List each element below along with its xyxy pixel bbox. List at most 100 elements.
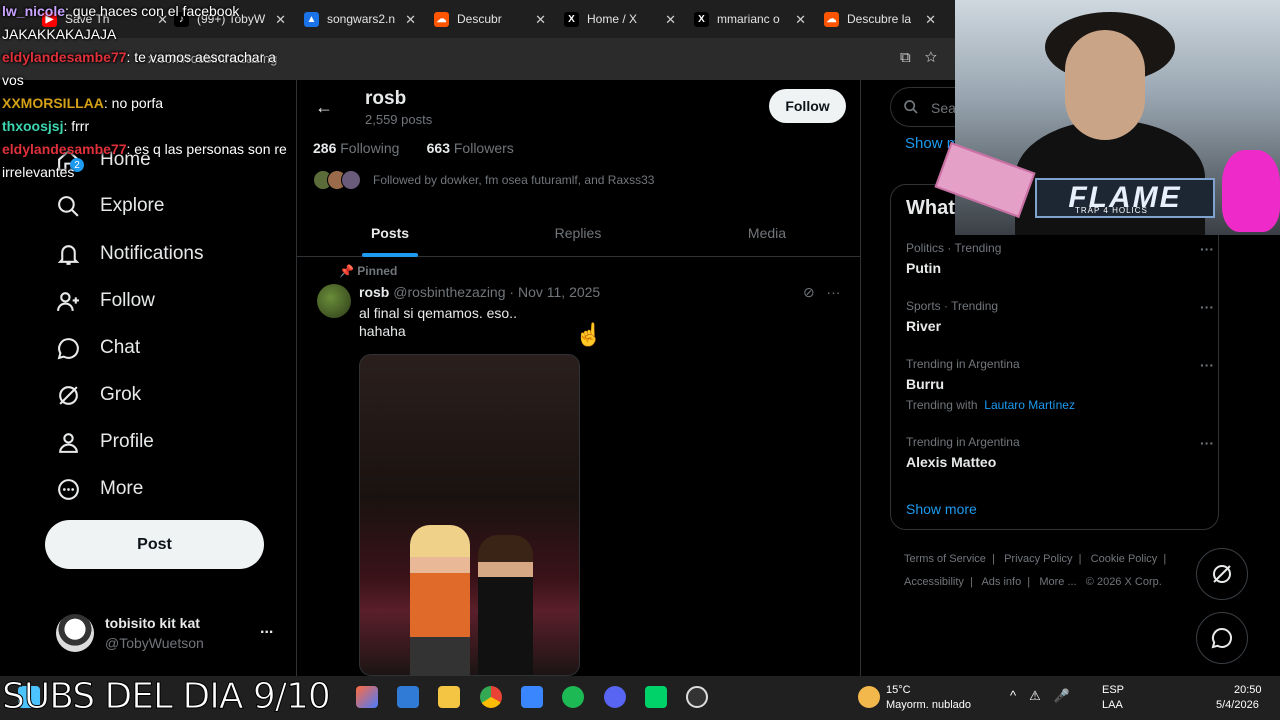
nav-item-grok[interactable]: Grok xyxy=(56,379,141,411)
weather-temp[interactable]: 15°C xyxy=(886,684,911,696)
x-logo-icon: X xyxy=(694,11,709,27)
clock-time[interactable]: 20:50 xyxy=(1234,684,1262,696)
folder-icon[interactable] xyxy=(438,686,460,708)
more-icon[interactable]: ··· xyxy=(1200,299,1214,315)
tweet-author[interactable]: rosb xyxy=(359,284,389,300)
nav-item-more[interactable]: More xyxy=(56,473,143,505)
copyright: © 2026 X Corp. xyxy=(1085,576,1162,588)
nav-item-notifications[interactable]: Notifications xyxy=(56,238,204,270)
followed-by[interactable]: Followed by dowker, fm osea futuramlf, a… xyxy=(313,170,654,190)
account-name: tobisito kit kat xyxy=(105,615,200,631)
tweet-actions: ⊘ ··· xyxy=(803,284,840,301)
language-indicator[interactable]: ESP xyxy=(1102,684,1124,696)
footer-link[interactable]: Ads info xyxy=(981,576,1021,588)
subs-overlay-text: SUBS DEL DIA 9/10 xyxy=(2,676,332,718)
webcam-person xyxy=(1065,30,1145,140)
more-icon[interactable]: ··· xyxy=(1200,435,1214,451)
account-switcher[interactable]: tobisito kit kat @TobyWuetson ... xyxy=(56,614,286,654)
clock-date[interactable]: 5/4/2026 xyxy=(1216,699,1259,711)
browser-tab[interactable]: Xmmarianc o ✕ xyxy=(694,4,810,34)
footer-link[interactable]: Cookie Policy xyxy=(1091,553,1158,565)
profile-post-count: 2,559 posts xyxy=(365,112,433,127)
tab-replies[interactable]: Replies xyxy=(483,208,673,257)
nav-item-explore[interactable]: Explore xyxy=(56,190,164,222)
weather-desc[interactable]: Mayorm. nublado xyxy=(886,699,971,711)
trends-panel: What Politics · Trending Putin ··· Sport… xyxy=(890,184,1219,530)
chat-icon xyxy=(1211,627,1232,649)
nav-item-chat[interactable]: Chat xyxy=(56,332,140,364)
messages-button[interactable] xyxy=(1196,612,1248,664)
more-icon xyxy=(58,478,79,500)
browser-tab[interactable]: X Home / X ✕ xyxy=(564,4,680,34)
pinned-label: 📌 Pinned xyxy=(339,264,398,278)
pinned-tweet[interactable]: 📌 Pinned rosb @rosbinthezazing · Nov 11,… xyxy=(297,258,860,678)
tweet-handle[interactable]: @rosbinthezazing xyxy=(393,284,505,300)
avatar xyxy=(341,170,361,190)
x-logo-icon: X xyxy=(564,11,579,27)
close-icon[interactable]: ✕ xyxy=(405,12,416,28)
follow-button[interactable]: Follow xyxy=(769,89,846,123)
drive-icon: ▲ xyxy=(304,11,319,27)
copilot-icon[interactable] xyxy=(356,686,378,708)
back-arrow-icon[interactable]: ← xyxy=(315,97,333,118)
avatar xyxy=(56,614,94,652)
obs-icon[interactable] xyxy=(686,686,708,708)
trend-item[interactable]: Trending in Argentina Alexis Matteo ··· xyxy=(906,435,1214,470)
system-tray-icons[interactable]: ^⚠🎤 xyxy=(1010,688,1083,704)
footer-link[interactable]: Privacy Policy xyxy=(1004,553,1072,565)
more-icon[interactable]: ... xyxy=(260,620,273,638)
spotify-icon[interactable] xyxy=(562,686,584,708)
tweet-text: al final si qemamos. eso.. xyxy=(359,305,517,321)
browser-tab[interactable]: ☁ Descubre la ✕ xyxy=(824,4,940,34)
capcut-icon[interactable] xyxy=(645,686,667,708)
person-icon xyxy=(59,432,78,453)
chat-icon xyxy=(57,337,79,359)
weather-icon xyxy=(858,686,880,708)
close-icon[interactable]: ✕ xyxy=(795,12,806,28)
trend-link[interactable]: Lautaro Martínez xyxy=(984,398,1075,412)
trend-item[interactable]: Trending in Argentina Burru Trending wit… xyxy=(906,357,1214,412)
trend-item[interactable]: Sports · Trending River ··· xyxy=(906,299,1214,334)
footer-link[interactable]: Terms of Service xyxy=(904,553,986,565)
store-icon[interactable] xyxy=(521,686,543,708)
mail-icon[interactable] xyxy=(397,686,419,708)
bell-icon xyxy=(57,244,80,265)
chrome-icon[interactable] xyxy=(480,686,502,708)
footer-link[interactable]: More ... xyxy=(1039,576,1076,588)
followers-count[interactable]: 663 xyxy=(427,140,450,156)
following-count[interactable]: 286 xyxy=(313,140,336,156)
browser-tab[interactable]: ▲ songwars2.n ✕ xyxy=(304,4,420,34)
more-icon[interactable]: ··· xyxy=(826,284,840,300)
post-button[interactable]: Post xyxy=(45,520,264,569)
grok-icon[interactable]: ⊘ xyxy=(803,284,815,300)
buddha-sticker xyxy=(1222,150,1280,232)
more-icon[interactable]: ··· xyxy=(1200,241,1214,257)
close-icon[interactable]: ✕ xyxy=(925,12,936,28)
discord-icon[interactable] xyxy=(604,686,626,708)
tweet-photo[interactable] xyxy=(359,354,580,676)
tweet-date[interactable]: Nov 11, 2025 xyxy=(518,284,600,300)
trends-title: What xyxy=(906,197,955,219)
more-icon[interactable]: ··· xyxy=(1200,357,1214,373)
account-handle: @TobyWuetson xyxy=(105,635,204,651)
footer-links: Terms of Service | Privacy Policy | Cook… xyxy=(904,553,1167,588)
close-icon[interactable]: ✕ xyxy=(535,12,546,28)
tab-media[interactable]: Media xyxy=(673,208,861,257)
avatar[interactable] xyxy=(317,284,351,318)
close-icon[interactable]: ✕ xyxy=(665,12,676,28)
show-more-link[interactable]: Show more xyxy=(906,501,977,517)
followers-label[interactable]: Followers xyxy=(454,140,514,156)
nav-item-profile[interactable]: Profile xyxy=(56,426,154,458)
language-indicator[interactable]: LAA xyxy=(1102,699,1123,711)
following-label[interactable]: Following xyxy=(340,140,399,156)
footer-link[interactable]: Accessibility xyxy=(904,576,964,588)
nav-item-follow[interactable]: Follow xyxy=(56,285,155,317)
browser-tab[interactable]: ☁ Descubr ✕ xyxy=(434,4,550,34)
browser-toolbar-icons[interactable]: ⧉☆ xyxy=(900,49,951,66)
chat-message: eldylandesambe77: te vamos aescrachar a … xyxy=(2,49,276,88)
tweet-header: rosb @rosbinthezazing · Nov 11, 2025 xyxy=(359,284,601,300)
stream-chat-overlay: lw_nicole: que haces con el facebook JAK… xyxy=(2,0,292,184)
grok-button[interactable] xyxy=(1196,548,1248,600)
tab-posts[interactable]: Posts xyxy=(297,208,483,257)
trend-item[interactable]: Politics · Trending Putin ··· xyxy=(906,241,1214,276)
